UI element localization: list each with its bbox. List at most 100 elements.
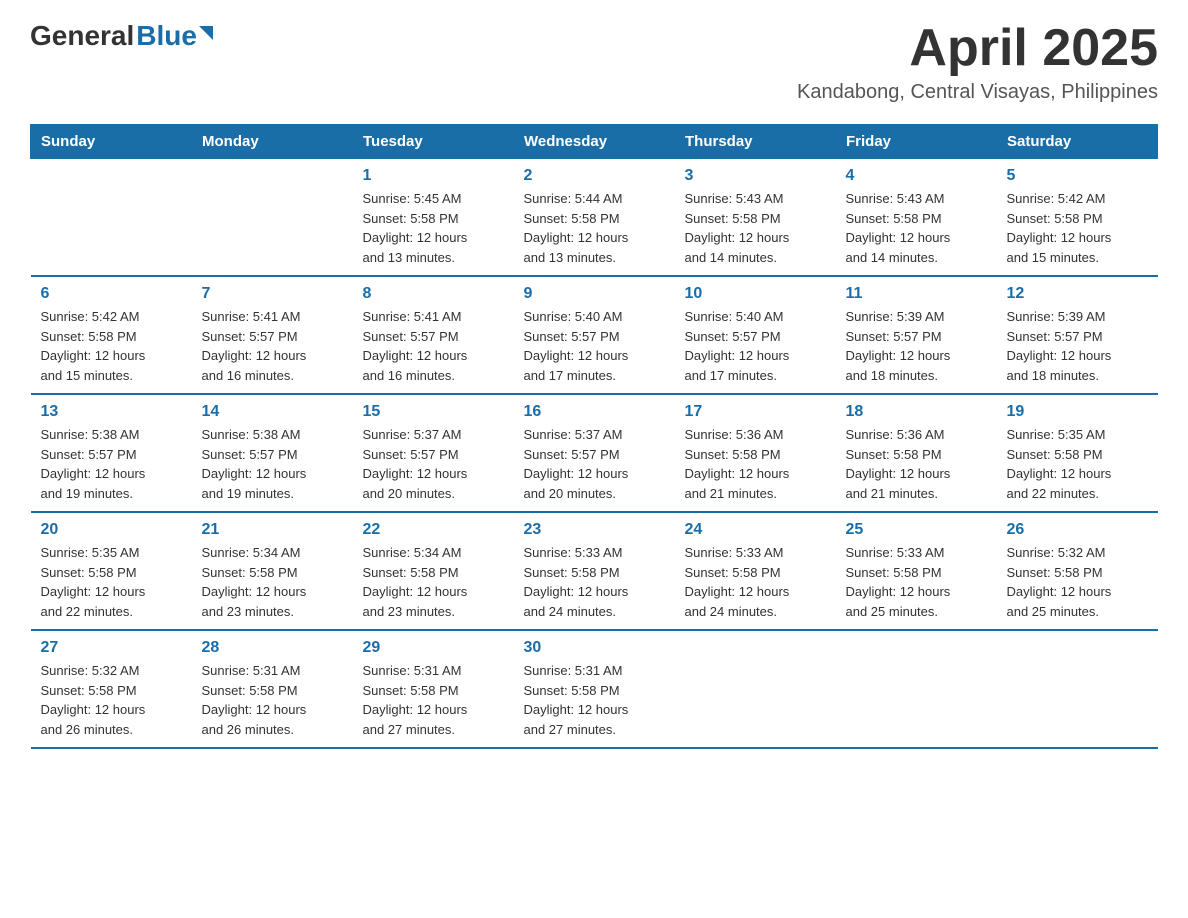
col-wednesday: Wednesday xyxy=(514,125,675,159)
calendar-cell xyxy=(675,630,836,748)
title-block: April 2025 Kandabong, Central Visayas, P… xyxy=(797,20,1158,104)
col-tuesday: Tuesday xyxy=(353,125,514,159)
calendar-week-3: 13 Sunrise: 5:38 AMSunset: 5:57 PMDayligh… xyxy=(31,394,1158,512)
calendar-table: Sunday Monday Tuesday Wednesday Thursday… xyxy=(30,124,1158,749)
day-number: 4 xyxy=(846,167,987,185)
day-info: Sunrise: 5:40 AMSunset: 5:57 PMDaylight:… xyxy=(524,307,665,385)
day-info: Sunrise: 5:39 AMSunset: 5:57 PMDaylight:… xyxy=(1007,307,1148,385)
logo: General Blue xyxy=(30,20,213,52)
logo-blue-section: Blue xyxy=(136,20,213,52)
day-info: Sunrise: 5:31 AMSunset: 5:58 PMDaylight:… xyxy=(363,661,504,739)
day-info: Sunrise: 5:44 AMSunset: 5:58 PMDaylight:… xyxy=(524,189,665,267)
day-info: Sunrise: 5:36 AMSunset: 5:58 PMDaylight:… xyxy=(846,425,987,503)
calendar-cell: 26 Sunrise: 5:32 AMSunset: 5:58 PMDayligh… xyxy=(997,512,1158,630)
day-number: 5 xyxy=(1007,167,1148,185)
day-number: 30 xyxy=(524,639,665,657)
day-number: 6 xyxy=(41,285,182,303)
col-saturday: Saturday xyxy=(997,125,1158,159)
calendar-cell: 24 Sunrise: 5:33 AMSunset: 5:58 PMDayligh… xyxy=(675,512,836,630)
col-thursday: Thursday xyxy=(675,125,836,159)
day-number: 17 xyxy=(685,403,826,421)
day-number: 14 xyxy=(202,403,343,421)
calendar-cell: 25Sunrise: 5:33 AMSunset: 5:58 PMDayligh… xyxy=(836,512,997,630)
day-number: 22 xyxy=(363,521,504,539)
day-info: Sunrise: 5:41 AMSunset: 5:57 PMDaylight:… xyxy=(202,307,343,385)
day-info: Sunrise: 5:32 AMSunset: 5:58 PMDaylight:… xyxy=(1007,543,1148,621)
day-number: 1 xyxy=(363,167,504,185)
day-number: 18 xyxy=(846,403,987,421)
day-number: 7 xyxy=(202,285,343,303)
calendar-cell: 2Sunrise: 5:44 AMSunset: 5:58 PMDaylight… xyxy=(514,159,675,277)
day-info: Sunrise: 5:31 AMSunset: 5:58 PMDaylight:… xyxy=(202,661,343,739)
calendar-cell: 21 Sunrise: 5:34 AMSunset: 5:58 PMDayligh… xyxy=(192,512,353,630)
day-number: 8 xyxy=(363,285,504,303)
day-number: 21 xyxy=(202,521,343,539)
calendar-cell: 19Sunrise: 5:35 AMSunset: 5:58 PMDayligh… xyxy=(997,394,1158,512)
day-number: 13 xyxy=(41,403,182,421)
day-number: 16 xyxy=(524,403,665,421)
day-info: Sunrise: 5:45 AMSunset: 5:58 PMDaylight:… xyxy=(363,189,504,267)
calendar-cell: 10Sunrise: 5:40 AMSunset: 5:57 PMDayligh… xyxy=(675,276,836,394)
page-header: General Blue April 2025 Kandabong, Centr… xyxy=(30,20,1158,104)
day-info: Sunrise: 5:37 AMSunset: 5:57 PMDaylight:… xyxy=(524,425,665,503)
day-number: 26 xyxy=(1007,521,1148,539)
calendar-cell xyxy=(997,630,1158,748)
calendar-week-5: 27Sunrise: 5:32 AMSunset: 5:58 PMDayligh… xyxy=(31,630,1158,748)
day-info: Sunrise: 5:33 AMSunset: 5:58 PMDaylight:… xyxy=(685,543,826,621)
day-info: Sunrise: 5:35 AMSunset: 5:58 PMDaylight:… xyxy=(41,543,182,621)
day-info: Sunrise: 5:34 AMSunset: 5:58 PMDaylight:… xyxy=(202,543,343,621)
day-number: 27 xyxy=(41,639,182,657)
day-info: Sunrise: 5:38 AMSunset: 5:57 PMDaylight:… xyxy=(202,425,343,503)
calendar-body: 1 Sunrise: 5:45 AMSunset: 5:58 PMDaylight… xyxy=(31,159,1158,749)
day-number: 9 xyxy=(524,285,665,303)
day-number: 11 xyxy=(846,285,987,303)
day-info: Sunrise: 5:33 AMSunset: 5:58 PMDaylight:… xyxy=(524,543,665,621)
calendar-cell: 4Sunrise: 5:43 AMSunset: 5:58 PMDaylight… xyxy=(836,159,997,277)
day-info: Sunrise: 5:41 AMSunset: 5:57 PMDaylight:… xyxy=(363,307,504,385)
calendar-cell: 12 Sunrise: 5:39 AMSunset: 5:57 PMDayligh… xyxy=(997,276,1158,394)
day-info: Sunrise: 5:39 AMSunset: 5:57 PMDaylight:… xyxy=(846,307,987,385)
day-info: Sunrise: 5:38 AMSunset: 5:57 PMDaylight:… xyxy=(41,425,182,503)
day-number: 3 xyxy=(685,167,826,185)
col-friday: Friday xyxy=(836,125,997,159)
header-row: Sunday Monday Tuesday Wednesday Thursday… xyxy=(31,125,1158,159)
day-info: Sunrise: 5:36 AMSunset: 5:58 PMDaylight:… xyxy=(685,425,826,503)
calendar-cell xyxy=(836,630,997,748)
day-info: Sunrise: 5:40 AMSunset: 5:57 PMDaylight:… xyxy=(685,307,826,385)
day-info: Sunrise: 5:43 AMSunset: 5:58 PMDaylight:… xyxy=(685,189,826,267)
day-number: 23 xyxy=(524,521,665,539)
day-info: Sunrise: 5:31 AMSunset: 5:58 PMDaylight:… xyxy=(524,661,665,739)
calendar-cell: 15 Sunrise: 5:37 AMSunset: 5:57 PMDayligh… xyxy=(353,394,514,512)
calendar-cell: 16 Sunrise: 5:37 AMSunset: 5:57 PMDayligh… xyxy=(514,394,675,512)
day-info: Sunrise: 5:34 AMSunset: 5:58 PMDaylight:… xyxy=(363,543,504,621)
calendar-cell: 1 Sunrise: 5:45 AMSunset: 5:58 PMDaylight… xyxy=(353,159,514,277)
logo-arrow-icon xyxy=(199,26,213,40)
calendar-cell: 9 Sunrise: 5:40 AMSunset: 5:57 PMDaylight… xyxy=(514,276,675,394)
col-sunday: Sunday xyxy=(31,125,192,159)
calendar-cell: 13 Sunrise: 5:38 AMSunset: 5:57 PMDayligh… xyxy=(31,394,192,512)
calendar-cell xyxy=(31,159,192,277)
day-number: 20 xyxy=(41,521,182,539)
logo-blue-text: Blue xyxy=(136,20,197,52)
calendar-cell: 14 Sunrise: 5:38 AMSunset: 5:57 PMDayligh… xyxy=(192,394,353,512)
day-info: Sunrise: 5:37 AMSunset: 5:57 PMDaylight:… xyxy=(363,425,504,503)
day-number: 15 xyxy=(363,403,504,421)
calendar-cell: 6Sunrise: 5:42 AMSunset: 5:58 PMDaylight… xyxy=(31,276,192,394)
month-title: April 2025 xyxy=(797,20,1158,77)
location-subtitle: Kandabong, Central Visayas, Philippines xyxy=(797,81,1158,104)
calendar-cell: 5Sunrise: 5:42 AMSunset: 5:58 PMDaylight… xyxy=(997,159,1158,277)
calendar-cell: 23 Sunrise: 5:33 AMSunset: 5:58 PMDayligh… xyxy=(514,512,675,630)
calendar-cell: 29 Sunrise: 5:31 AMSunset: 5:58 PMDayligh… xyxy=(353,630,514,748)
day-number: 12 xyxy=(1007,285,1148,303)
day-number: 25 xyxy=(846,521,987,539)
calendar-header: Sunday Monday Tuesday Wednesday Thursday… xyxy=(31,125,1158,159)
calendar-cell: 20 Sunrise: 5:35 AMSunset: 5:58 PMDayligh… xyxy=(31,512,192,630)
day-number: 29 xyxy=(363,639,504,657)
calendar-cell xyxy=(192,159,353,277)
calendar-cell: 27Sunrise: 5:32 AMSunset: 5:58 PMDayligh… xyxy=(31,630,192,748)
day-number: 19 xyxy=(1007,403,1148,421)
calendar-cell: 18 Sunrise: 5:36 AMSunset: 5:58 PMDayligh… xyxy=(836,394,997,512)
day-number: 24 xyxy=(685,521,826,539)
calendar-cell: 22 Sunrise: 5:34 AMSunset: 5:58 PMDayligh… xyxy=(353,512,514,630)
calendar-cell: 11 Sunrise: 5:39 AMSunset: 5:57 PMDayligh… xyxy=(836,276,997,394)
